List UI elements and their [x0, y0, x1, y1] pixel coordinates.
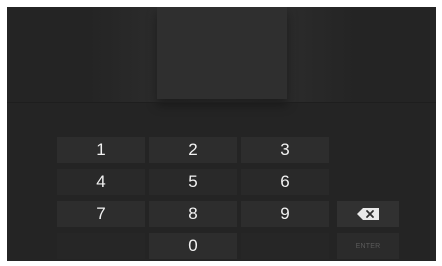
key-3[interactable]: 3 [241, 137, 329, 163]
divider [7, 102, 436, 103]
key-blank-left [57, 233, 145, 259]
key-5[interactable]: 5 [149, 169, 237, 195]
key-4[interactable]: 4 [57, 169, 145, 195]
key-8[interactable]: 8 [149, 201, 237, 227]
enter-button[interactable]: ENTER [337, 233, 399, 259]
numeric-keypad: 1 2 3 4 5 6 7 8 9 0 ENTER [57, 137, 399, 259]
key-9[interactable]: 9 [241, 201, 329, 227]
key-blank-right [241, 233, 329, 259]
enter-label: ENTER [355, 242, 381, 250]
key-1[interactable]: 1 [57, 137, 145, 163]
key-2[interactable]: 2 [149, 137, 237, 163]
key-7[interactable]: 7 [57, 201, 145, 227]
key-6[interactable]: 6 [241, 169, 329, 195]
backspace-button[interactable] [337, 201, 399, 227]
backspace-icon [357, 208, 379, 220]
top-panel [157, 7, 287, 99]
screen: 1 2 3 4 5 6 7 8 9 0 ENTER [7, 7, 436, 261]
key-0[interactable]: 0 [149, 233, 237, 259]
